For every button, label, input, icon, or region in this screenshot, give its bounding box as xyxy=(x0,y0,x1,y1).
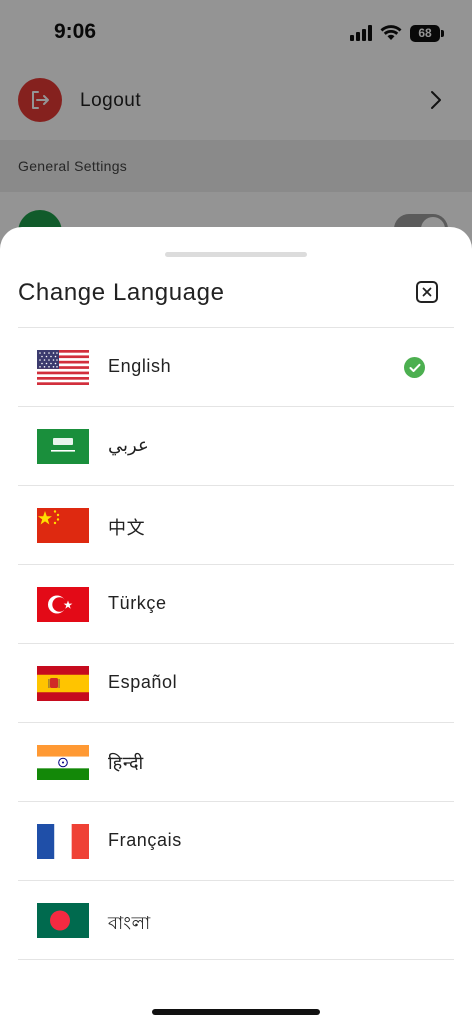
selected-check-icon xyxy=(404,357,425,378)
language-label: Français xyxy=(108,830,182,850)
language-label: عربي xyxy=(108,435,149,455)
close-button[interactable] xyxy=(416,281,438,303)
sheet-title: Change Language xyxy=(18,279,225,306)
language-label: Türkçe xyxy=(108,593,167,613)
france-flag-icon xyxy=(37,824,89,859)
language-item-french[interactable]: Français xyxy=(18,802,454,881)
language-item-chinese[interactable]: 中文 xyxy=(18,486,454,565)
language-label: Español xyxy=(108,672,178,692)
language-item-hindi[interactable]: हिन्दी xyxy=(18,723,454,802)
language-item-english[interactable]: English xyxy=(18,328,454,407)
turkey-flag-icon xyxy=(37,587,89,622)
language-label: 中文 xyxy=(108,518,146,538)
home-indicator[interactable] xyxy=(152,1009,320,1015)
language-label: English xyxy=(108,356,172,376)
bangladesh-flag-icon xyxy=(37,903,89,938)
language-item-arabic[interactable]: عربي xyxy=(18,407,454,486)
language-item-turkish[interactable]: Türkçe xyxy=(18,565,454,644)
sheet-grabber[interactable] xyxy=(165,252,307,257)
language-item-spanish[interactable]: Español xyxy=(18,644,454,723)
us-flag-icon xyxy=(37,350,89,385)
saudi-arabia-flag-icon xyxy=(37,429,89,464)
india-flag-icon xyxy=(37,745,89,780)
close-icon xyxy=(422,287,432,297)
change-language-sheet: Change Language English عربي 中文 Türkçe E… xyxy=(0,227,472,1024)
language-item-bengali[interactable]: বাংলা xyxy=(18,881,454,960)
china-flag-icon xyxy=(37,508,89,543)
spain-flag-icon xyxy=(37,666,89,701)
language-label: हिन्दी xyxy=(108,753,144,773)
language-list: English عربي 中文 Türkçe Español हिन्दी Fr… xyxy=(18,327,454,960)
language-label: বাংলা xyxy=(108,913,151,933)
